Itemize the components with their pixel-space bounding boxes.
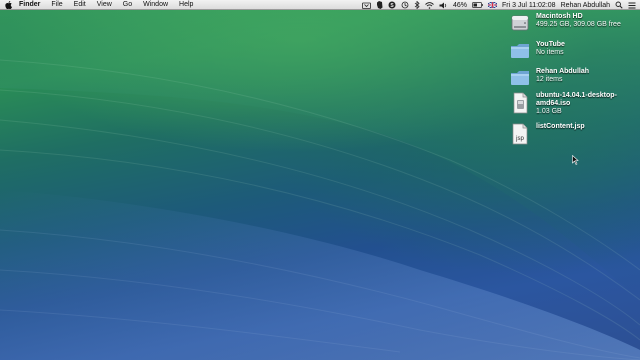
desktop-item-name-line2: amd64.iso bbox=[536, 100, 571, 107]
wifi-icon[interactable] bbox=[425, 1, 434, 10]
bluetooth-icon[interactable] bbox=[414, 1, 420, 10]
list-icon[interactable] bbox=[628, 1, 636, 10]
status-area: S 46% Fri 3 Jul 11:02:08 Rehan Abdullah bbox=[362, 0, 636, 10]
hard-drive-icon bbox=[510, 13, 530, 33]
apple-menu-icon[interactable] bbox=[5, 0, 13, 9]
evernote-icon[interactable] bbox=[376, 1, 383, 10]
desktop[interactable]: Finder File Edit View Go Window Help S 4… bbox=[0, 0, 640, 360]
menu-app-finder[interactable]: Finder bbox=[19, 1, 40, 8]
desktop-item-rehan-abdullah[interactable]: Rehan Abdullah 12 items bbox=[510, 68, 640, 88]
volume-icon[interactable] bbox=[439, 1, 448, 10]
disk-image-icon bbox=[510, 92, 530, 114]
desktop-item-listcontent-jsp[interactable]: jsp listContent.jsp bbox=[510, 123, 640, 145]
menu-file[interactable]: File bbox=[51, 1, 62, 8]
sync-icon[interactable] bbox=[401, 1, 409, 10]
mouse-pointer-icon bbox=[572, 155, 579, 165]
jsp-file-icon: jsp bbox=[510, 123, 530, 145]
battery-icon[interactable] bbox=[472, 1, 483, 10]
desktop-item-info: 12 items bbox=[536, 76, 563, 83]
dropbox-icon[interactable] bbox=[362, 1, 371, 10]
search-icon[interactable] bbox=[615, 1, 623, 10]
menu-view[interactable]: View bbox=[97, 1, 112, 8]
desktop-item-youtube[interactable]: YouTube No items bbox=[510, 41, 640, 61]
desktop-item-name: Rehan Abdullah bbox=[536, 68, 590, 75]
folder-icon bbox=[510, 41, 530, 61]
user-name[interactable]: Rehan Abdullah bbox=[561, 2, 610, 9]
desktop-item-info: 1.03 GB bbox=[536, 108, 562, 115]
flag-icon[interactable] bbox=[487, 1, 497, 10]
menu-help[interactable]: Help bbox=[179, 1, 193, 8]
desktop-item-ubuntu-iso[interactable]: ubuntu-14.04.1-desktop- amd64.iso 1.03 G… bbox=[510, 92, 640, 116]
desktop-item-name: listContent.jsp bbox=[536, 123, 585, 130]
battery-percentage[interactable]: 46% bbox=[453, 2, 467, 9]
menu-window[interactable]: Window bbox=[143, 1, 168, 8]
desktop-item-macintosh-hd[interactable]: Macintosh HD 499.25 GB, 309.08 GB free bbox=[510, 13, 640, 33]
menu-edit[interactable]: Edit bbox=[74, 1, 86, 8]
menu-go[interactable]: Go bbox=[123, 1, 132, 8]
desktop-item-info: 499.25 GB, 309.08 GB free bbox=[536, 21, 621, 28]
desktop-item-info: No items bbox=[536, 49, 564, 56]
folder-icon bbox=[510, 68, 530, 88]
desktop-item-name-line1: ubuntu-14.04.1-desktop- bbox=[536, 92, 617, 99]
jsp-badge: jsp bbox=[515, 136, 524, 142]
skype-icon[interactable]: S bbox=[388, 1, 396, 10]
desktop-item-name: YouTube bbox=[536, 41, 565, 48]
clock[interactable]: Fri 3 Jul 11:02:08 bbox=[502, 2, 556, 9]
desktop-item-name: Macintosh HD bbox=[536, 13, 583, 20]
menu-bar: Finder File Edit View Go Window Help S 4… bbox=[0, 0, 640, 10]
